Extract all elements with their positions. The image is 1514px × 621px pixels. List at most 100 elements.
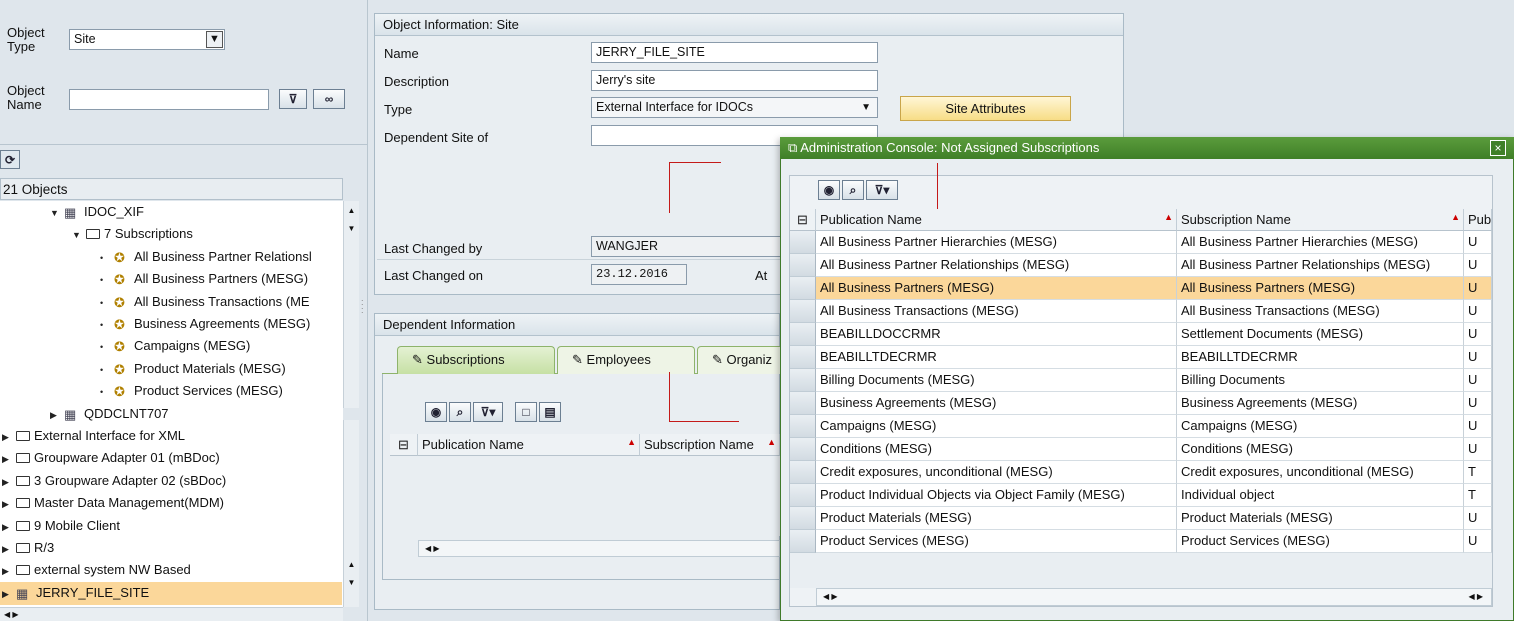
cell-publication[interactable]: All Business Partner Relationships (MESG… [816, 254, 1177, 277]
object-name-input[interactable] [69, 89, 269, 110]
row-selector[interactable] [790, 461, 816, 484]
tree-scrollbar-top[interactable]: ▲ ▼ [343, 201, 359, 408]
find-icon[interactable]: ⌕ [842, 180, 864, 200]
cell-publication[interactable]: Product Individual Objects via Object Fa… [816, 484, 1177, 507]
description-field[interactable]: Jerry's site [591, 70, 878, 91]
expand-icon[interactable]: ▶ [2, 493, 12, 515]
name-field[interactable]: JERRY_FILE_SITE [591, 42, 878, 63]
new-icon[interactable]: □ [515, 402, 537, 422]
row-selector[interactable] [790, 277, 816, 300]
tree-item[interactable]: ▶ External Interface for XML [0, 425, 342, 448]
cell-subscription[interactable]: Individual object [1177, 484, 1464, 507]
cell-subscription[interactable]: Product Services (MESG) [1177, 530, 1464, 553]
tree-item[interactable]: ▶ ▦ JERRY_FILE_SITE [0, 581, 342, 605]
chevron-down-icon[interactable]: ▼ [206, 31, 223, 48]
expand-icon[interactable]: ▶ [2, 471, 12, 493]
cell-subscription[interactable]: Settlement Documents (MESG) [1177, 323, 1464, 346]
cell-subscription[interactable]: Conditions (MESG) [1177, 438, 1464, 461]
cell-type[interactable]: U [1464, 254, 1492, 277]
cell-subscription[interactable]: All Business Partners (MESG) [1177, 277, 1464, 300]
tree-item[interactable]: ▶ 3 Groupware Adapter 02 (sBDoc) [0, 470, 342, 493]
tree-item[interactable]: • ✪ All Business Partner Relationsl [0, 246, 342, 269]
cell-publication[interactable]: Product Materials (MESG) [816, 507, 1177, 530]
cell-type[interactable]: U [1464, 438, 1492, 461]
cell-type[interactable]: U [1464, 346, 1492, 369]
save-icon[interactable]: ▤ [539, 402, 561, 422]
tab-organizations[interactable]: ✎ Organiz [697, 346, 787, 374]
popup-col-pub[interactable]: Pub [1464, 209, 1492, 231]
row-selector[interactable] [790, 415, 816, 438]
tree-item[interactable]: ▼ 7 Subscriptions [0, 223, 342, 246]
row-selector[interactable] [790, 254, 816, 277]
cell-subscription[interactable]: Product Materials (MESG) [1177, 507, 1464, 530]
cell-subscription[interactable]: All Business Partner Hierarchies (MESG) [1177, 231, 1464, 254]
cell-type[interactable]: T [1464, 484, 1492, 507]
cell-subscription[interactable]: Billing Documents [1177, 369, 1464, 392]
dep-grid-hscroll[interactable]: ◀ ▶ [418, 540, 780, 557]
popup-col-subscription[interactable]: Subscription Name ▲ [1177, 209, 1464, 231]
filter-icon[interactable]: ⊽▾ [473, 402, 503, 422]
row-selector[interactable] [790, 346, 816, 369]
cell-subscription[interactable]: Business Agreements (MESG) [1177, 392, 1464, 415]
expand-icon[interactable]: ▶ [2, 560, 12, 582]
popup-grid-selector[interactable]: ⊟ [790, 209, 816, 231]
cell-type[interactable]: U [1464, 277, 1492, 300]
row-selector[interactable] [790, 392, 816, 415]
cell-type[interactable]: U [1464, 369, 1492, 392]
cell-subscription[interactable]: BEABILLTDECRMR [1177, 346, 1464, 369]
cell-type[interactable]: U [1464, 415, 1492, 438]
cell-publication[interactable]: Product Services (MESG) [816, 530, 1177, 553]
popup-grid-hscroll[interactable]: ◀ ▶ ◀ ▶ [816, 588, 1492, 606]
tree-item[interactable]: ▶ ▦ QDDCLNT707 [0, 403, 342, 426]
refresh-icon[interactable]: ⟳ [0, 150, 20, 169]
row-selector[interactable] [790, 323, 816, 346]
leaf-bullet-icon[interactable]: • [100, 381, 110, 403]
tree-item[interactable]: • ✪ Product Services (MESG) [0, 380, 342, 403]
leaf-bullet-icon[interactable]: • [100, 292, 110, 314]
tree-item[interactable]: ▶ external system NW Based [0, 559, 342, 582]
expand-icon[interactable]: ▶ [2, 426, 12, 448]
cell-type[interactable]: U [1464, 323, 1492, 346]
tab-subscriptions[interactable]: ✎ Subscriptions [397, 346, 555, 374]
cell-type[interactable]: U [1464, 507, 1492, 530]
leaf-bullet-icon[interactable]: • [100, 247, 110, 269]
close-icon[interactable]: × [1490, 140, 1506, 156]
row-selector[interactable] [790, 530, 816, 553]
row-selector[interactable] [790, 300, 816, 323]
cell-publication[interactable]: BEABILLTDECRMR [816, 346, 1177, 369]
cell-subscription[interactable]: All Business Partner Relationships (MESG… [1177, 254, 1464, 277]
tree-item[interactable]: • ✪ All Business Partners (MESG) [0, 268, 342, 291]
filter-icon[interactable]: ⊽▾ [866, 180, 898, 200]
tree-item[interactable]: ▼ ▦ IDOC_XIF [0, 201, 342, 224]
cell-publication[interactable]: Credit exposures, unconditional (MESG) [816, 461, 1177, 484]
cell-publication[interactable]: Conditions (MESG) [816, 438, 1177, 461]
cell-subscription[interactable]: Credit exposures, unconditional (MESG) [1177, 461, 1464, 484]
row-selector[interactable] [790, 231, 816, 254]
cell-publication[interactable]: Billing Documents (MESG) [816, 369, 1177, 392]
row-selector[interactable] [790, 369, 816, 392]
details-icon[interactable]: ◉ [425, 402, 447, 422]
cell-publication[interactable]: BEABILLDOCCRMR [816, 323, 1177, 346]
cell-type[interactable]: T [1464, 461, 1492, 484]
cell-publication[interactable]: Campaigns (MESG) [816, 415, 1177, 438]
tree-item[interactable]: ▶ 9 Mobile Client [0, 515, 342, 538]
row-selector[interactable] [790, 507, 816, 530]
leaf-bullet-icon[interactable]: • [100, 359, 110, 381]
expand-icon[interactable]: ▶ [50, 404, 60, 426]
cell-type[interactable]: U [1464, 300, 1492, 323]
cell-publication[interactable]: All Business Partners (MESG) [816, 277, 1177, 300]
leaf-bullet-icon[interactable]: • [100, 314, 110, 336]
cell-publication[interactable]: All Business Partner Hierarchies (MESG) [816, 231, 1177, 254]
type-select[interactable]: External Interface for IDOCs ▼ [591, 97, 878, 118]
tree-item[interactable]: • ✪ Product Materials (MESG) [0, 358, 342, 381]
tab-employees[interactable]: ✎ Employees [557, 346, 695, 374]
expand-icon[interactable]: ▶ [2, 448, 12, 470]
tree-item[interactable]: ▶ R/3 [0, 537, 342, 560]
vertical-splitter[interactable]: .... [361, 294, 364, 315]
tree-item[interactable]: • ✪ Business Agreements (MESG) [0, 313, 342, 336]
expand-icon[interactable]: ▶ [2, 516, 12, 538]
tree-hscroll[interactable]: ◀ ▶ [0, 607, 343, 621]
dep-grid-selector[interactable]: ⊟ [390, 434, 418, 456]
cell-subscription[interactable]: All Business Transactions (MESG) [1177, 300, 1464, 323]
popup-col-publication[interactable]: Publication Name ▲ [816, 209, 1177, 231]
